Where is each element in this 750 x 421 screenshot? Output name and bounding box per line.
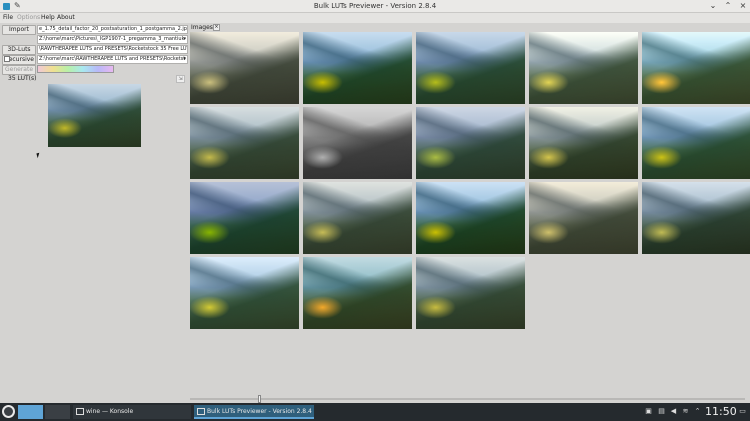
image-dir-select[interactable]: Z:\home\marc\Pictures\_IGP1907-1_pregamm… <box>37 35 188 44</box>
task-konsole[interactable]: wine — Konsole <box>73 405 191 419</box>
menu-file[interactable]: File <box>3 14 13 21</box>
horizontal-scrollbar[interactable] <box>190 398 745 400</box>
lut-preview-thumbnail[interactable] <box>416 107 525 179</box>
maximize-icon[interactable]: ⌃ <box>723 1 733 11</box>
lut-preview-thumbnail[interactable] <box>303 182 412 254</box>
tab-close-icon[interactable]: × <box>213 24 220 31</box>
virtual-desktop-1[interactable] <box>18 405 43 419</box>
lut-count-label: 35 LUT(s) <box>8 75 37 82</box>
lut-preview-thumbnail[interactable] <box>529 107 638 179</box>
lut-preview-thumbnail[interactable] <box>190 257 299 329</box>
wifi-icon[interactable]: ≋ <box>681 407 690 416</box>
minimize-icon[interactable]: ⌄ <box>708 1 718 11</box>
lut-preview-thumbnail[interactable] <box>416 182 525 254</box>
close-icon[interactable]: × <box>738 1 748 11</box>
recursive-path-select[interactable]: Z:\home\marc\RAWTHERAPEE LUTS and PRESET… <box>37 55 188 64</box>
virtual-desktop-2[interactable] <box>45 405 70 419</box>
terminal-icon <box>76 408 84 415</box>
lut-preview-thumbnail[interactable] <box>642 182 750 254</box>
clipboard-icon[interactable]: ▤ <box>657 407 666 416</box>
lut-preview-thumbnail[interactable] <box>303 107 412 179</box>
import-path-field[interactable]: e_1.75_detail_factor_20_postsaturation_1… <box>37 25 188 34</box>
lut-preview-thumbnail[interactable] <box>303 32 412 104</box>
tab-images[interactable]: Images <box>191 24 213 31</box>
update-icon[interactable]: ▣ <box>644 407 653 416</box>
menu-about[interactable]: About <box>57 14 75 21</box>
scrollbar-handle[interactable] <box>258 395 261 403</box>
lut-preview-thumbnail[interactable] <box>642 32 750 104</box>
menu-options[interactable]: Options <box>17 14 40 21</box>
lut-preview-thumbnail[interactable] <box>642 107 750 179</box>
clock[interactable]: 11:50 <box>705 405 737 418</box>
lut-preview-grid <box>189 32 750 392</box>
chevron-down-icon: ▾ <box>183 36 186 42</box>
lut-preview-thumbnail[interactable] <box>416 32 525 104</box>
chevron-down-icon: ▾ <box>183 56 186 62</box>
lut-preview-thumbnail[interactable] <box>529 32 638 104</box>
volume-icon[interactable]: ◀ <box>669 407 678 416</box>
lut-preview-thumbnail[interactable] <box>190 182 299 254</box>
lut-preview-thumbnail[interactable] <box>529 182 638 254</box>
lut-preview-thumbnail[interactable] <box>190 32 299 104</box>
image-dir-value: Z:\home\marc\Pictures\_IGP1907-1_pregamm… <box>39 36 185 42</box>
menu-bar: File Options Help About <box>0 13 750 23</box>
mouse-cursor-icon <box>36 152 41 159</box>
lut-gradient-bar <box>37 65 114 73</box>
lut-preview-thumbnail[interactable] <box>303 257 412 329</box>
window-title: Bulk LUTs Previewer - Version 2.8.4 <box>313 2 437 10</box>
tray-expand-icon[interactable]: ⌃ <box>693 407 702 416</box>
app-window-icon <box>197 408 205 415</box>
generate-button[interactable]: Generate <box>2 65 36 75</box>
source-image-preview <box>48 84 141 147</box>
show-desktop-icon[interactable]: ▭ <box>738 407 747 416</box>
launcher-icon[interactable] <box>2 405 15 418</box>
task-bulk-luts[interactable]: Bulk LUTs Previewer - Version 2.8.4 <box>194 405 314 419</box>
recursive-path-value: Z:\home\marc\RAWTHERAPEE LUTS and PRESET… <box>39 56 186 62</box>
luts-button[interactable]: 3D-Luts <box>2 45 36 55</box>
taskbar: wine — Konsole Bulk LUTs Previewer - Ver… <box>0 403 750 421</box>
task-bulk-label: Bulk LUTs Previewer - Version 2.8.4 <box>207 408 312 415</box>
title-bar: ✎ Bulk LUTs Previewer - Version 2.8.4 ⌄ … <box>0 0 750 13</box>
luts-path-field[interactable]: \RAWTHERAPEE LUTS and PRESETS\Rocketstoc… <box>37 45 188 54</box>
lut-preview-thumbnail[interactable] <box>190 107 299 179</box>
import-button[interactable]: Import <box>2 25 36 35</box>
lut-preview-thumbnail[interactable] <box>416 257 525 329</box>
menu-help[interactable]: Help <box>41 14 55 21</box>
preview-toggle-icon[interactable]: ⇲ <box>176 75 185 83</box>
task-konsole-label: wine — Konsole <box>86 408 134 415</box>
recursive-checkbox[interactable] <box>4 56 10 62</box>
